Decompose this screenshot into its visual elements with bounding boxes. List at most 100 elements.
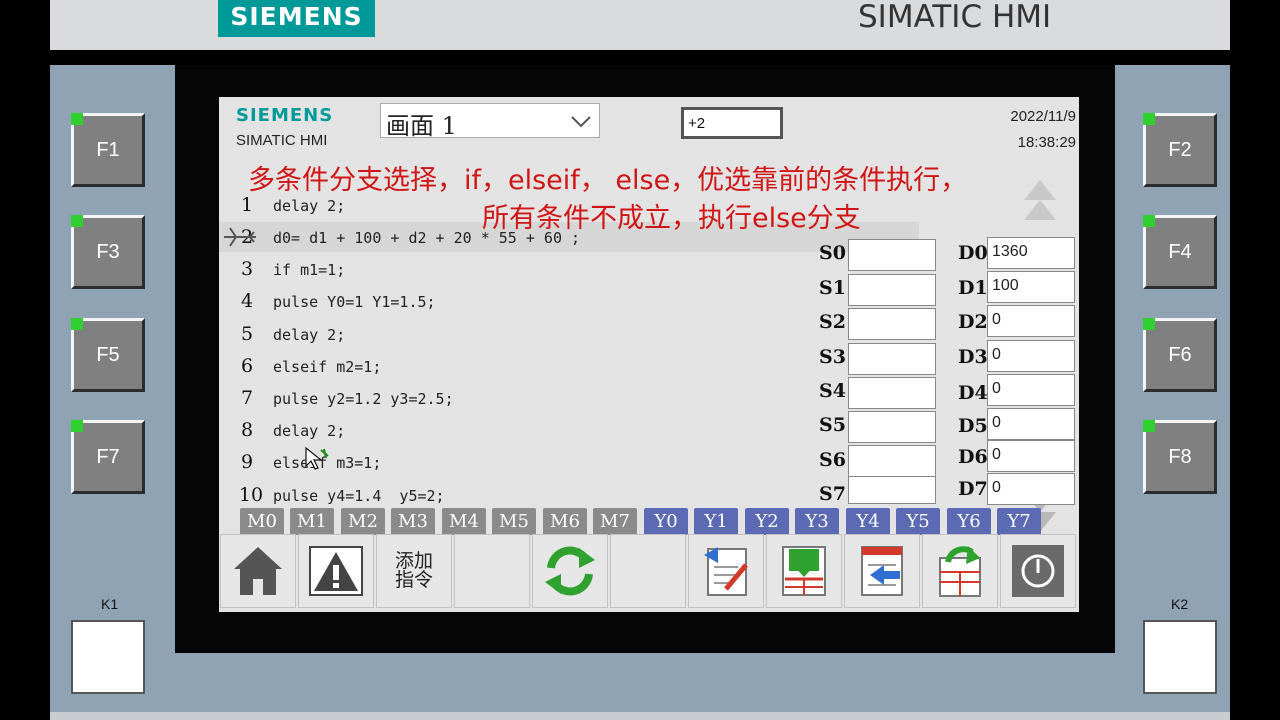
register-label-d7: D7	[958, 478, 988, 500]
register-field-s4[interactable]	[848, 377, 936, 409]
value-input[interactable]: +2	[681, 107, 783, 139]
f1-led	[71, 113, 83, 125]
code-line[interactable]: elseif m2=1;	[273, 358, 381, 376]
bit-button-y1[interactable]: Y1	[694, 508, 738, 535]
register-field-s7[interactable]	[848, 476, 936, 504]
hmi-logo-subtitle: SIMATIC HMI	[236, 132, 328, 149]
bit-button-y2[interactable]: Y2	[745, 508, 789, 535]
device-bottom	[50, 712, 1230, 720]
register-field-d5[interactable]: 0	[987, 408, 1075, 440]
bit-button-m6[interactable]: M6	[543, 508, 587, 535]
k1-key[interactable]	[71, 620, 145, 694]
register-label-s5: S5	[819, 414, 846, 436]
airplane-icon	[224, 227, 256, 247]
register-field-d2[interactable]: 0	[987, 305, 1075, 337]
register-field-d4[interactable]: 0	[987, 374, 1075, 406]
bit-button-m1[interactable]: M1	[290, 508, 334, 535]
f2-led	[1143, 113, 1155, 125]
register-label-s1: S1	[819, 277, 846, 299]
register-label-s3: S3	[819, 346, 846, 368]
f5-led	[71, 318, 83, 330]
code-line[interactable]: delay 2;	[273, 422, 345, 440]
hmi-logo: SIEMENS	[236, 105, 334, 126]
bit-button-m3[interactable]: M3	[391, 508, 435, 535]
bit-button-m4[interactable]: M4	[442, 508, 486, 535]
edit-document-icon	[704, 547, 748, 596]
bit-button-y7[interactable]: Y7	[997, 508, 1041, 535]
line-number: 7	[240, 387, 254, 409]
bit-button-m7[interactable]: M7	[593, 508, 637, 535]
register-field-s5[interactable]	[848, 411, 936, 443]
empty-toolbar-slot[interactable]	[454, 534, 530, 608]
register-field-d7[interactable]: 0	[987, 473, 1075, 505]
register-label-d5: D5	[958, 415, 988, 437]
code-line[interactable]: pulse Y0=1 Y1=1.5;	[273, 293, 436, 311]
power-button[interactable]	[1000, 534, 1076, 608]
register-field-d3[interactable]: 0	[987, 340, 1075, 372]
alarm-button[interactable]	[298, 534, 374, 608]
siemens-logo: SIEMENS	[218, 0, 375, 37]
scroll-up-icon[interactable]	[1022, 178, 1058, 224]
bit-button-y4[interactable]: Y4	[846, 508, 890, 535]
empty-toolbar-slot[interactable]	[610, 534, 686, 608]
register-field-d1[interactable]: 100	[987, 271, 1075, 303]
line-number: 5	[240, 323, 254, 345]
register-field-s0[interactable]	[848, 239, 936, 271]
register-field-d6[interactable]: 0	[987, 440, 1075, 472]
register-label-d4: D4	[958, 382, 988, 404]
home-button[interactable]	[220, 534, 296, 608]
import-button[interactable]	[844, 534, 920, 608]
register-label-d6: D6	[958, 446, 988, 468]
refresh-button[interactable]	[532, 534, 608, 608]
refresh-icon	[545, 546, 595, 596]
f8-led	[1143, 420, 1155, 432]
f6-led	[1143, 318, 1155, 330]
bit-button-y5[interactable]: Y5	[896, 508, 940, 535]
register-label-s7: S7	[819, 483, 846, 505]
bit-button-y6[interactable]: Y6	[947, 508, 991, 535]
line-number: 9	[240, 451, 254, 473]
register-field-s2[interactable]	[848, 308, 936, 340]
f7-led	[71, 420, 83, 432]
line-number: 8	[240, 419, 254, 441]
bit-button-y3[interactable]: Y3	[795, 508, 839, 535]
product-name: SIMATIC HMI	[858, 0, 1052, 35]
edit-button[interactable]	[688, 534, 764, 608]
register-field-d0[interactable]: 1360	[987, 237, 1075, 269]
power-icon	[1012, 545, 1064, 597]
line-number: 10	[238, 484, 264, 506]
download-button[interactable]	[766, 534, 842, 608]
mouse-cursor-icon	[305, 446, 329, 470]
register-label-s0: S0	[819, 242, 846, 264]
home-icon	[234, 547, 282, 595]
bit-button-m0[interactable]: M0	[240, 508, 284, 535]
register-label-s6: S6	[819, 449, 846, 471]
f3-led	[71, 215, 83, 227]
time-display: 18:38:29	[1017, 134, 1076, 151]
annotation-line-2: 所有条件不成立，执行else分支	[482, 203, 861, 234]
import-table-icon	[861, 546, 903, 596]
register-label-s2: S2	[819, 311, 846, 333]
f4-led	[1143, 215, 1155, 227]
register-field-s1[interactable]	[848, 274, 936, 306]
code-line[interactable]: delay 2;	[273, 197, 345, 215]
chevron-down-icon[interactable]	[568, 108, 594, 134]
code-line[interactable]: if m1=1;	[273, 261, 345, 279]
k2-key[interactable]	[1143, 620, 1217, 694]
register-field-s3[interactable]	[848, 343, 936, 375]
code-line[interactable]: delay 2;	[273, 326, 345, 344]
bit-button-m2[interactable]: M2	[341, 508, 385, 535]
code-line[interactable]: pulse y2=1.2 y3=2.5;	[273, 390, 454, 408]
register-field-s6[interactable]	[848, 445, 936, 477]
code-line[interactable]: pulse y4=1.4 y5=2;	[273, 487, 445, 505]
add-instruction-button[interactable]: 添加 指令	[376, 534, 452, 608]
bit-button-y0[interactable]: Y0	[644, 508, 688, 535]
register-label-d2: D2	[958, 311, 988, 333]
register-label-d1: D1	[958, 277, 988, 299]
line-number: 3	[240, 258, 254, 280]
export-button[interactable]	[922, 534, 998, 608]
line-number: 4	[240, 290, 254, 312]
screen-select-value: 画面 1	[386, 112, 457, 140]
register-label-d3: D3	[958, 346, 988, 368]
bit-button-m5[interactable]: M5	[492, 508, 536, 535]
